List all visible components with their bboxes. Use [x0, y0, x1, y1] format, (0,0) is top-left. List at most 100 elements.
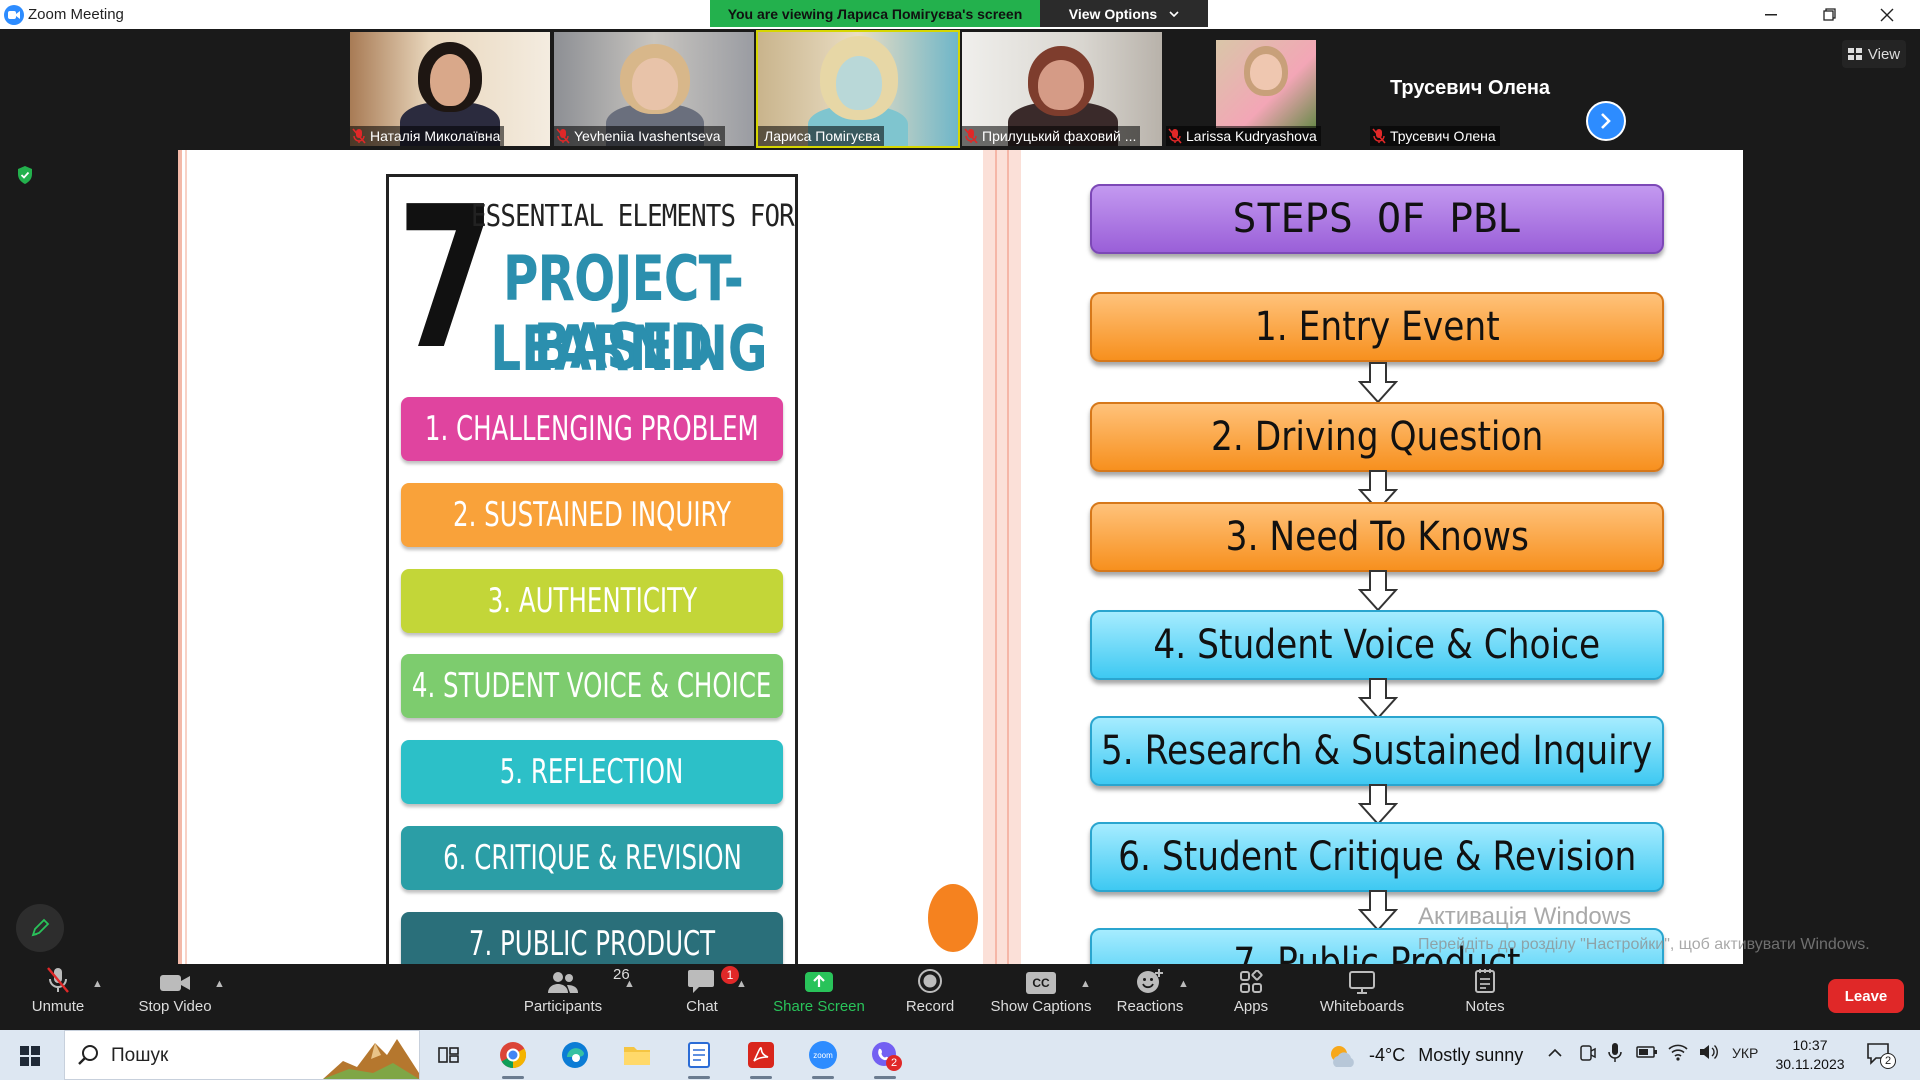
window-title: Zoom Meeting: [28, 6, 124, 23]
whiteboards-button[interactable]: Whiteboards: [1316, 964, 1408, 1030]
minimize-button[interactable]: [1748, 0, 1794, 29]
apps-icon: [1240, 970, 1263, 993]
participant-name: Yevheniia Ivashentseva: [574, 128, 721, 144]
chat-button[interactable]: 1 Chat: [672, 964, 739, 1030]
clock-date: 30.11.2023: [1775, 1056, 1845, 1072]
close-button[interactable]: [1864, 0, 1910, 29]
participant-name-bar: Лариса Помігуєва: [758, 126, 885, 146]
video-options-caret[interactable]: ▲: [214, 978, 225, 990]
video-tile[interactable]: Прилуцький фаховий ...: [962, 32, 1162, 146]
restore-button[interactable]: [1806, 0, 1852, 29]
chrome-icon[interactable]: [496, 1039, 530, 1079]
notepad-icon[interactable]: [682, 1039, 716, 1079]
weather-description: Mostly sunny: [1418, 1044, 1524, 1065]
participant-name-bar: Прилуцький фаховий ...: [962, 126, 1141, 146]
apps-button[interactable]: Apps: [1226, 964, 1276, 1030]
acrobat-reader-icon[interactable]: [744, 1039, 778, 1079]
captions-options-caret[interactable]: ▲: [1080, 978, 1091, 990]
record-button[interactable]: Record: [900, 964, 960, 1030]
notifications-icon[interactable]: 2: [1866, 1041, 1896, 1070]
clock-time: 10:37: [1792, 1037, 1828, 1053]
unmute-button[interactable]: Unmute: [22, 964, 94, 1030]
participants-options-caret[interactable]: ▲: [624, 978, 635, 990]
element-critique-revision: 6. CRITIQUE & REVISION: [401, 826, 783, 890]
element-challenging-problem: 1. CHALLENGING PROBLEM: [401, 397, 783, 461]
video-tile[interactable]: Yevheniia Ivashentseva: [554, 32, 754, 146]
participant-name: Трусевич Олена: [1390, 128, 1496, 144]
page-edge: [178, 150, 182, 964]
meet-now-icon[interactable]: [1578, 1043, 1596, 1066]
shared-screen[interactable]: 7 ESSENTIAL ELEMENTS FOR PROJECT-BASED L…: [178, 150, 1743, 964]
annotate-button[interactable]: [16, 904, 64, 952]
input-language[interactable]: УКР: [1732, 1045, 1758, 1061]
participants-button[interactable]: 26 Participants: [518, 964, 630, 1030]
participant-name-bar: Yevheniia Ivashentseva: [554, 126, 725, 146]
edge-icon[interactable]: [558, 1039, 592, 1071]
participant-name: Лариса Помігуєва: [764, 128, 881, 144]
pbl-elements-poster: 7 ESSENTIAL ELEMENTS FOR PROJECT-BASED L…: [386, 174, 798, 964]
video-strip: Наталія Миколаївна Yevheniia Ivashentsev…: [0, 29, 1920, 148]
chat-label: Chat: [686, 998, 718, 1015]
participant-name-bar: Larissa Kudryashova: [1166, 126, 1321, 146]
taskbar-search-box[interactable]: Пошук: [64, 1030, 420, 1080]
apps-label: Apps: [1233, 998, 1269, 1015]
smiley-icon: [1137, 969, 1163, 993]
next-page-button[interactable]: [1586, 101, 1626, 141]
show-captions-button[interactable]: CC Show Captions: [988, 964, 1094, 1030]
zoom-taskbar-icon[interactable]: zoom: [806, 1039, 840, 1079]
record-label: Record: [905, 998, 955, 1015]
encryption-shield-icon[interactable]: [16, 165, 34, 190]
wifi-icon[interactable]: [1668, 1043, 1688, 1064]
windows-start-icon[interactable]: [20, 1046, 40, 1071]
view-button[interactable]: View: [1842, 40, 1906, 68]
system-clock[interactable]: 10:37 30.11.2023: [1772, 1036, 1848, 1074]
element-authenticity: 3. AUTHENTICITY: [401, 569, 783, 633]
record-icon: [918, 969, 942, 993]
participant-display-name: Трусевич Олена: [1389, 77, 1551, 99]
pencil-icon: [31, 918, 50, 937]
video-tile-active-speaker[interactable]: Лариса Помігуєва: [756, 30, 960, 148]
page-divider: [983, 150, 1021, 964]
leave-button[interactable]: Leave: [1828, 979, 1904, 1013]
muted-mic-icon: [1372, 128, 1386, 144]
task-view-icon[interactable]: [432, 1039, 466, 1071]
battery-icon[interactable]: [1636, 1045, 1658, 1062]
step-student-critique-revision: 6. Student Critique & Revision: [1090, 822, 1664, 892]
video-tile[interactable]: Larissa Kudryashova: [1166, 32, 1366, 146]
chat-options-caret[interactable]: ▲: [736, 978, 747, 990]
audio-options-caret[interactable]: ▲: [92, 978, 103, 990]
viber-icon[interactable]: 2: [868, 1039, 902, 1079]
notes-button[interactable]: Notes: [1460, 964, 1510, 1030]
page-edge: [185, 150, 187, 964]
down-arrow-icon: [1358, 784, 1398, 826]
show-hidden-icons-chevron[interactable]: [1548, 1045, 1562, 1061]
video-tile[interactable]: Наталія Миколаївна: [350, 32, 550, 146]
notes-icon: [1475, 969, 1495, 993]
view-options-button[interactable]: View Options: [1040, 0, 1208, 27]
share-screen-button[interactable]: Share Screen: [772, 964, 866, 1030]
video-camera-icon: [160, 975, 190, 991]
screen-share-banner: You are viewing Лариса Помігуєва's scree…: [710, 0, 1208, 27]
muted-mic-icon: [1168, 128, 1182, 144]
weather-widget[interactable]: -4°C Mostly sunny: [1328, 1043, 1523, 1069]
whiteboards-label: Whiteboards: [1319, 998, 1405, 1015]
muted-mic-icon: [556, 128, 570, 144]
speaker-icon[interactable]: [1698, 1043, 1718, 1064]
presenter-pointer: [928, 884, 978, 952]
share-screen-label: Share Screen: [773, 998, 865, 1015]
reactions-options-caret[interactable]: ▲: [1178, 978, 1189, 990]
stop-video-button[interactable]: Stop Video: [132, 964, 218, 1030]
chevron-down-icon: [1169, 10, 1179, 17]
search-placeholder: Пошук: [111, 1045, 169, 1066]
share-screen-icon: [805, 972, 833, 992]
grid-view-icon: [1847, 48, 1862, 60]
view-options-label: View Options: [1068, 5, 1158, 22]
file-explorer-icon[interactable]: [620, 1039, 654, 1071]
participants-icon: [548, 972, 578, 993]
view-label: View: [1867, 45, 1901, 63]
reactions-button[interactable]: Reactions: [1114, 964, 1186, 1030]
video-tile-no-video[interactable]: Трусевич Олена Трусевич Олена: [1370, 32, 1570, 146]
microphone-icon[interactable]: [1608, 1042, 1622, 1067]
partly-sunny-icon: [1331, 1046, 1354, 1067]
windows-activation-subtitle: Перейдіть до розділу "Настройки", щоб ак…: [1418, 936, 1870, 953]
